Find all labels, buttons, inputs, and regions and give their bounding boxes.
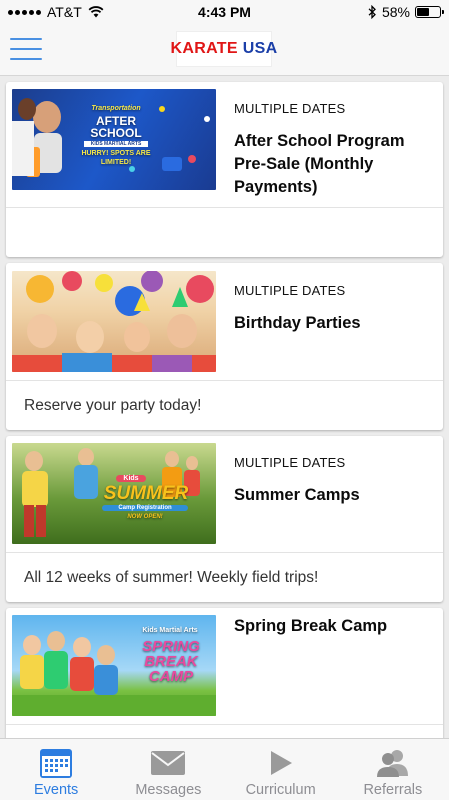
event-image <box>12 271 216 372</box>
logo-word-usa: USA <box>242 40 278 57</box>
event-dates: MULTIPLE DATES <box>234 283 346 298</box>
tab-events[interactable]: Events <box>0 739 112 800</box>
battery-icon <box>415 6 444 18</box>
event-card[interactable]: MULTIPLE DATES Birthday Parties Reserve … <box>6 263 443 430</box>
event-dates: MULTIPLE DATES <box>234 101 346 116</box>
event-image: Kids SUMMER Camp Registration NOW OPEN! <box>12 443 216 544</box>
tab-label: Referrals <box>363 782 423 798</box>
envelope-icon <box>151 751 186 775</box>
tab-label: Curriculum <box>245 782 316 798</box>
image-caption-2: AFTER SCHOOL <box>90 114 142 140</box>
play-icon <box>270 751 292 775</box>
event-dates: MULTIPLE DATES <box>234 455 346 470</box>
status-right: 58% <box>368 4 444 20</box>
image-caption-1: Kids <box>116 475 146 482</box>
event-description <box>6 207 443 257</box>
image-caption-3: KIDS MARTIAL ARTS <box>84 141 148 147</box>
event-description: All 12 weeks of summer! Weekly field tri… <box>6 552 443 602</box>
birthday-illustration <box>12 271 216 372</box>
image-caption-1: Kids Martial Arts <box>142 627 198 634</box>
image-caption-2: SPRING BREAK CAMP <box>142 638 200 685</box>
people-icon <box>376 750 408 777</box>
tab-referrals[interactable]: Referrals <box>337 739 449 800</box>
tab-label: Messages <box>135 782 202 798</box>
event-description: Reserve your party today! <box>6 380 443 430</box>
image-caption-1: Transportation <box>91 105 141 112</box>
image-caption-4: HURRY! SPOTS ARE LIMITED! <box>81 150 151 166</box>
bluetooth-icon <box>368 5 376 19</box>
logo-word-karate: KARATE <box>170 40 238 57</box>
event-image: Transportation AFTER SCHOOL KIDS MARTIAL… <box>12 89 216 190</box>
karate-usa-logo: KARATE USA <box>171 31 277 67</box>
app-header: KARATE USA <box>0 24 449 76</box>
status-bar: AT&T 4:43 PM 58% <box>0 0 449 24</box>
image-caption-3: Camp Registration <box>102 505 188 511</box>
battery-fill <box>417 8 430 16</box>
calendar-icon <box>40 749 73 778</box>
event-title: Spring Break Camp <box>234 617 388 635</box>
tab-curriculum[interactable]: Curriculum <box>225 739 337 800</box>
image-caption-4: NOW OPEN! <box>127 514 163 520</box>
event-title: Summer Camps <box>234 486 360 504</box>
tab-label: Events <box>33 782 79 798</box>
event-card[interactable]: Kids SUMMER Camp Registration NOW OPEN! … <box>6 436 443 602</box>
tab-messages[interactable]: Messages <box>112 739 224 800</box>
image-caption-2: SUMMER <box>103 483 189 504</box>
battery-percent: 58% <box>381 4 410 20</box>
event-image: Kids Martial Arts SPRING BREAK CAMP <box>12 615 216 716</box>
menu-icon[interactable] <box>10 38 42 60</box>
events-list: Transportation AFTER SCHOOL KIDS MARTIAL… <box>6 82 443 780</box>
event-card[interactable]: Transportation AFTER SCHOOL KIDS MARTIAL… <box>6 82 443 257</box>
event-title: Birthday Parties <box>234 314 361 332</box>
event-title: After School Program Pre-Sale (Monthly P… <box>234 132 405 196</box>
tab-bar: Events Messages Curriculum Referrals <box>0 738 449 800</box>
